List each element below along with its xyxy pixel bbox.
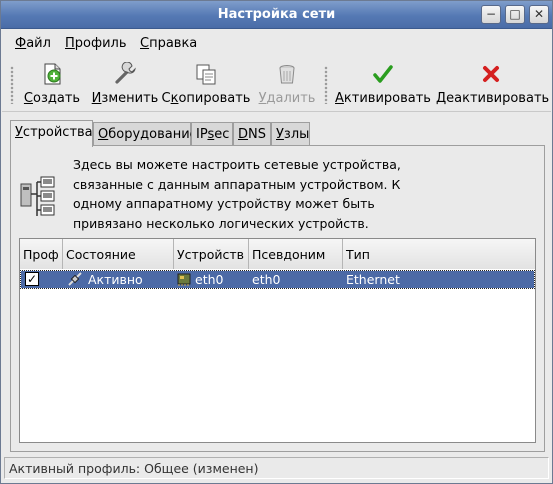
minimize-button[interactable]: − bbox=[481, 5, 501, 24]
deactivate-button[interactable]: Деактивировать bbox=[436, 58, 550, 110]
panel-description: Здесь вы можете настроить сетевые устрой… bbox=[73, 157, 401, 231]
minimize-icon: − bbox=[485, 7, 497, 21]
copy-label: Скопировать bbox=[161, 91, 251, 106]
toolbar-grip[interactable] bbox=[10, 66, 14, 104]
network-devices-icon bbox=[20, 176, 55, 216]
close-icon: ✕ bbox=[533, 7, 545, 21]
menu-profile[interactable]: Профиль bbox=[65, 36, 127, 51]
tab-devices[interactable]: Устройства bbox=[10, 120, 93, 147]
devices-table: Проф Состояние Устройств Псевдоним Тип ✓… bbox=[19, 238, 536, 443]
create-label: Создать bbox=[23, 91, 81, 106]
create-button[interactable]: Создать bbox=[20, 58, 84, 110]
table-row[interactable]: ✓ Активно eth0 eth0 Ethernet bbox=[20, 270, 535, 289]
cross-icon bbox=[483, 66, 499, 82]
delete-button[interactable]: Удалить bbox=[255, 58, 319, 110]
row-status: Активно bbox=[88, 272, 143, 287]
ethernet-card-icon bbox=[177, 273, 191, 286]
column-header-status[interactable]: Состояние bbox=[63, 239, 174, 269]
activate-button[interactable]: Активировать bbox=[335, 58, 431, 110]
column-header-device[interactable]: Устройств bbox=[174, 239, 249, 269]
menu-help[interactable]: Справка bbox=[140, 36, 197, 51]
window-title: Настройка сети bbox=[217, 7, 336, 22]
deactivate-label: Деактивировать bbox=[436, 91, 550, 106]
row-device: eth0 bbox=[195, 272, 224, 287]
toolbar: Создать Изменить Скопировать Удалить Акт… bbox=[2, 58, 551, 110]
edit-label: Изменить bbox=[91, 91, 159, 106]
network-config-window: Настройка сети − □ ✕ Файл Профиль Справк… bbox=[0, 0, 553, 484]
row-type: Ethernet bbox=[346, 272, 400, 287]
maximize-icon: □ bbox=[509, 7, 521, 21]
row-alias: eth0 bbox=[252, 272, 281, 287]
table-header: Проф Состояние Устройств Псевдоним Тип bbox=[20, 239, 535, 269]
maximize-button[interactable]: □ bbox=[505, 5, 525, 24]
menu-bar: Файл Профиль Справка bbox=[2, 31, 551, 55]
new-document-icon bbox=[44, 63, 61, 85]
devices-panel: Здесь вы можете настроить сетевые устрой… bbox=[10, 145, 545, 452]
trash-icon bbox=[279, 65, 295, 84]
column-header-profile[interactable]: Проф bbox=[20, 239, 63, 269]
connected-plug-icon bbox=[68, 272, 82, 286]
title-bar[interactable]: Настройка сети − □ ✕ bbox=[1, 1, 552, 29]
checkmark-icon bbox=[373, 65, 393, 83]
edit-button[interactable]: Изменить bbox=[90, 58, 160, 110]
activate-label: Активировать bbox=[335, 91, 431, 106]
copy-button[interactable]: Скопировать bbox=[161, 58, 251, 110]
status-bar: Активный профиль: Общее (изменен) bbox=[4, 457, 549, 479]
delete-label: Удалить bbox=[258, 91, 316, 106]
close-button[interactable]: ✕ bbox=[529, 5, 549, 24]
tab-hosts[interactable]: Узлы bbox=[271, 122, 310, 146]
profile-checkbox[interactable]: ✓ bbox=[25, 272, 39, 286]
toolbar-grip-2[interactable] bbox=[324, 66, 328, 104]
tab-ipsec[interactable]: IPsec bbox=[191, 122, 233, 146]
tab-hardware[interactable]: Оборудование bbox=[93, 122, 198, 146]
column-header-type[interactable]: Тип bbox=[343, 239, 535, 269]
tab-dns[interactable]: DNS bbox=[233, 122, 271, 146]
menu-file[interactable]: Файл bbox=[15, 36, 51, 51]
wrench-icon bbox=[115, 62, 136, 84]
copy-icon bbox=[196, 64, 216, 85]
toolbar-separator bbox=[2, 111, 551, 112]
column-header-alias[interactable]: Псевдоним bbox=[249, 239, 343, 269]
